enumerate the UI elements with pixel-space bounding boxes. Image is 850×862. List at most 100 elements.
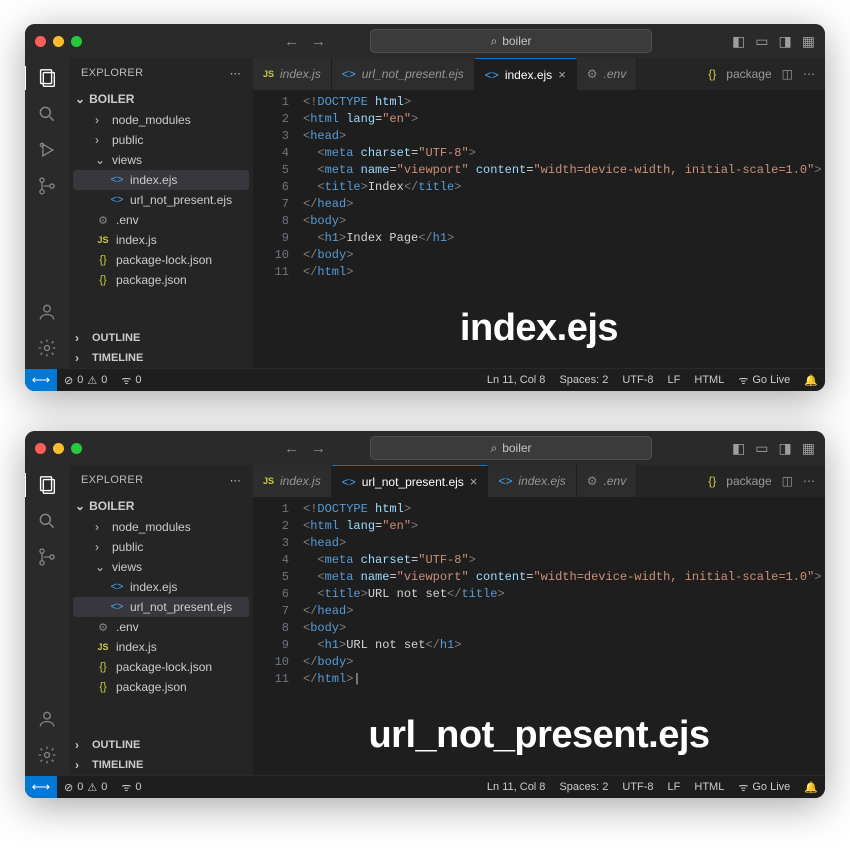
problems-status[interactable]: ⊘0⚠0 bbox=[57, 781, 114, 794]
back-icon[interactable]: ← bbox=[284, 440, 299, 457]
go-live-button[interactable]: ᯤGo Live bbox=[731, 780, 797, 795]
tab-url-ejs[interactable]: <>url_not_present.ejs bbox=[332, 58, 475, 90]
minimize-window-icon[interactable] bbox=[53, 443, 64, 454]
notifications-icon[interactable]: 🔔 bbox=[797, 780, 825, 795]
tab-env[interactable]: ⚙.env bbox=[577, 465, 637, 497]
outline-section[interactable]: ›OUTLINE bbox=[69, 328, 253, 348]
customize-layout-icon[interactable]: ▦ bbox=[802, 440, 815, 457]
tree-file-index-js[interactable]: JSindex.js bbox=[73, 637, 249, 657]
toggle-panel-icon[interactable]: ▭ bbox=[755, 33, 768, 50]
eol-status[interactable]: LF bbox=[661, 780, 688, 795]
close-tab-icon[interactable]: × bbox=[558, 67, 566, 82]
language-status[interactable]: HTML bbox=[687, 780, 731, 795]
notifications-icon[interactable]: 🔔 bbox=[797, 373, 825, 388]
split-editor-icon[interactable]: ◫ bbox=[782, 67, 793, 81]
tree-file-pkg[interactable]: {}package.json bbox=[73, 270, 249, 290]
close-window-icon[interactable] bbox=[35, 36, 46, 47]
command-center-search[interactable]: ⌕ boiler bbox=[370, 436, 652, 460]
settings-gear-icon[interactable] bbox=[35, 743, 59, 767]
tab-package[interactable]: package bbox=[726, 67, 771, 81]
tree-folder[interactable]: ›node_modules bbox=[73, 110, 249, 130]
go-live-button[interactable]: ᯤGo Live bbox=[731, 373, 797, 388]
eol-status[interactable]: LF bbox=[661, 373, 688, 388]
tree-file-env[interactable]: ⚙.env bbox=[73, 617, 249, 637]
remote-indicator-icon[interactable]: ⟷ bbox=[25, 369, 57, 391]
code-editor[interactable]: 1234567891011 <!DOCTYPE html> <html lang… bbox=[253, 497, 825, 688]
minimize-window-icon[interactable] bbox=[53, 36, 64, 47]
explorer-more-icon[interactable]: ⋯ bbox=[230, 474, 241, 487]
timeline-section[interactable]: ›TIMELINE bbox=[69, 755, 253, 775]
search-view-icon[interactable] bbox=[35, 509, 59, 533]
tree-file-pkg[interactable]: {}package.json bbox=[73, 677, 249, 697]
tree-folder[interactable]: ›node_modules bbox=[73, 517, 249, 537]
toggle-sidebar-icon[interactable]: ◧ bbox=[732, 440, 745, 457]
search-text: boiler bbox=[502, 34, 531, 48]
remote-indicator-icon[interactable]: ⟷ bbox=[25, 776, 57, 798]
tab-url-ejs[interactable]: <>url_not_present.ejs× bbox=[332, 465, 489, 497]
source-control-icon[interactable] bbox=[35, 545, 59, 569]
tab-env[interactable]: ⚙.env bbox=[577, 58, 637, 90]
cursor-position[interactable]: Ln 11, Col 8 bbox=[480, 373, 553, 388]
more-icon[interactable]: ⋯ bbox=[803, 67, 815, 81]
explorer-more-icon[interactable]: ⋯ bbox=[230, 67, 241, 80]
tree-file-url-ejs[interactable]: <>url_not_present.ejs bbox=[73, 597, 249, 617]
tree-file-index-js[interactable]: JSindex.js bbox=[73, 230, 249, 250]
encoding-status[interactable]: UTF-8 bbox=[615, 780, 660, 795]
indentation-status[interactable]: Spaces: 2 bbox=[552, 780, 615, 795]
encoding-status[interactable]: UTF-8 bbox=[615, 373, 660, 388]
maximize-window-icon[interactable] bbox=[71, 36, 82, 47]
tree-file-pkg-lock[interactable]: {}package-lock.json bbox=[73, 250, 249, 270]
forward-icon[interactable]: → bbox=[311, 440, 326, 457]
maximize-window-icon[interactable] bbox=[71, 443, 82, 454]
ports-status[interactable]: ᯤ0 bbox=[114, 373, 148, 388]
close-window-icon[interactable] bbox=[35, 443, 46, 454]
tab-index-js[interactable]: JSindex.js bbox=[253, 58, 332, 90]
toggle-secondary-icon[interactable]: ◨ bbox=[779, 440, 792, 457]
accounts-icon[interactable] bbox=[35, 707, 59, 731]
indentation-status[interactable]: Spaces: 2 bbox=[552, 373, 615, 388]
back-icon[interactable]: ← bbox=[284, 33, 299, 50]
ports-status[interactable]: ᯤ0 bbox=[114, 780, 148, 795]
source-control-icon[interactable] bbox=[35, 174, 59, 198]
explorer-view-icon[interactable] bbox=[25, 66, 68, 90]
accounts-icon[interactable] bbox=[35, 300, 59, 324]
tree-folder[interactable]: ›public bbox=[73, 537, 249, 557]
more-icon[interactable]: ⋯ bbox=[803, 474, 815, 488]
tab-package[interactable]: package bbox=[726, 474, 771, 488]
tab-index-js[interactable]: JSindex.js bbox=[253, 465, 332, 497]
tab-index-ejs[interactable]: <>index.ejs× bbox=[475, 58, 577, 90]
tree-file-pkg-lock[interactable]: {}package-lock.json bbox=[73, 657, 249, 677]
command-center-search[interactable]: ⌕ boiler bbox=[370, 29, 652, 53]
tree-folder[interactable]: ⌄views bbox=[73, 557, 249, 577]
tree-file-index-ejs[interactable]: <>index.ejs bbox=[73, 577, 249, 597]
language-status[interactable]: HTML bbox=[687, 373, 731, 388]
toggle-sidebar-icon[interactable]: ◧ bbox=[732, 33, 745, 50]
line-gutter: 1234567891011 bbox=[253, 94, 303, 281]
folder-root[interactable]: ⌄ BOILER bbox=[69, 88, 253, 110]
forward-icon[interactable]: → bbox=[311, 33, 326, 50]
timeline-section[interactable]: ›TIMELINE bbox=[69, 348, 253, 368]
chevron-down-icon: ⌄ bbox=[95, 153, 107, 167]
tab-index-ejs[interactable]: <>index.ejs bbox=[488, 465, 576, 497]
close-tab-icon[interactable]: × bbox=[470, 474, 478, 489]
tree-file-env[interactable]: ⚙.env bbox=[73, 210, 249, 230]
tree-folder[interactable]: ›public bbox=[73, 130, 249, 150]
code-editor[interactable]: 1234567891011 <!DOCTYPE html> <html lang… bbox=[253, 90, 825, 281]
customize-layout-icon[interactable]: ▦ bbox=[802, 33, 815, 50]
tree-file-url-ejs[interactable]: <>url_not_present.ejs bbox=[73, 190, 249, 210]
editor-window: ← → ⌕ boiler ◧ ▭ ◨ ▦ bbox=[25, 431, 825, 798]
toggle-panel-icon[interactable]: ▭ bbox=[755, 440, 768, 457]
tree-file-index-ejs[interactable]: <>index.ejs bbox=[73, 170, 249, 190]
run-debug-icon[interactable] bbox=[35, 138, 59, 162]
js-file-icon: JS bbox=[263, 69, 274, 79]
outline-section[interactable]: ›OUTLINE bbox=[69, 735, 253, 755]
folder-root[interactable]: ⌄ BOILER bbox=[69, 495, 253, 517]
toggle-secondary-icon[interactable]: ◨ bbox=[779, 33, 792, 50]
explorer-view-icon[interactable] bbox=[25, 473, 68, 497]
search-view-icon[interactable] bbox=[35, 102, 59, 126]
tree-folder[interactable]: ⌄views bbox=[73, 150, 249, 170]
split-editor-icon[interactable]: ◫ bbox=[782, 474, 793, 488]
problems-status[interactable]: ⊘0⚠0 bbox=[57, 374, 114, 387]
settings-gear-icon[interactable] bbox=[35, 336, 59, 360]
cursor-position[interactable]: Ln 11, Col 8 bbox=[480, 780, 553, 795]
